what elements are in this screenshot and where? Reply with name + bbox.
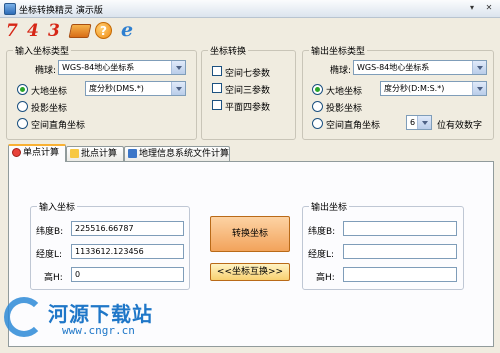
record-icon — [12, 148, 21, 157]
input-lat-label: 纬度B: — [36, 227, 64, 237]
checkbox-three-param[interactable] — [212, 83, 222, 93]
output-radio-projected[interactable] — [312, 101, 323, 112]
tab-gis-file[interactable]: 地理信息系统文件计算 — [124, 146, 230, 161]
chevron-down-icon[interactable] — [417, 116, 431, 129]
chevron-down-icon[interactable] — [472, 82, 486, 95]
input-radio-projected-label: 投影坐标 — [31, 104, 68, 114]
help-icon[interactable]: ? — [95, 22, 112, 39]
title-bar: 坐标转换精灵 演示版 ▾ ✕ — [0, 0, 500, 18]
output-radio-projected-label: 投影坐标 — [326, 104, 363, 114]
input-radio-cartesian-label: 空间直角坐标 — [31, 121, 86, 131]
tab-batch-points-label: 批点计算 — [81, 149, 118, 159]
input-ellipsoid-label: 椭球: — [35, 66, 57, 76]
book-icon[interactable] — [68, 24, 92, 38]
digits-suffix-label: 位有效数字 — [437, 121, 483, 131]
input-lon-field[interactable]: 1133612.123456 — [71, 244, 184, 259]
digits-select[interactable]: 6 — [406, 115, 432, 130]
browser-icon[interactable]: e — [118, 21, 136, 40]
toolbar-button-3[interactable]: 3 — [48, 22, 60, 40]
tab-single-point[interactable]: 单点计算 — [8, 144, 66, 162]
output-radio-cartesian-label: 空间直角坐标 — [326, 121, 381, 131]
watermark-url: www.cngr.cn — [62, 324, 135, 337]
output-height-label: 高H: — [316, 273, 335, 283]
output-lon-label: 经度L: — [308, 250, 335, 260]
digits-value: 6 — [410, 118, 416, 127]
checkbox-four-param-label: 平面四参数 — [225, 103, 271, 113]
watermark-site-name: 河源下载站 — [48, 302, 153, 326]
input-format-select[interactable]: 度分秒(DMS.*) — [85, 81, 186, 96]
output-ellipsoid-value: WGS-84地心坐标系 — [357, 63, 430, 72]
output-lon-field[interactable] — [343, 244, 457, 259]
window-title: 坐标转换精灵 演示版 — [19, 6, 103, 16]
close-icon[interactable]: ✕ — [482, 2, 496, 14]
chevron-down-icon[interactable] — [171, 61, 185, 74]
output-ellipsoid-select[interactable]: WGS-84地心坐标系 — [353, 60, 487, 75]
edit-icon — [70, 149, 79, 158]
input-ellipsoid-value: WGS-84地心坐标系 — [62, 63, 135, 72]
input-ellipsoid-select[interactable]: WGS-84地心坐标系 — [58, 60, 186, 75]
output-radio-cartesian[interactable] — [312, 118, 323, 129]
output-coords-legend: 输出坐标 — [309, 200, 350, 213]
app-icon — [4, 3, 16, 15]
conversion-legend: 坐标转换 — [208, 44, 249, 57]
input-type-legend: 输入坐标类型 — [13, 44, 72, 57]
input-radio-geodetic-label: 大地坐标 — [31, 87, 68, 97]
chevron-down-icon[interactable] — [171, 82, 185, 95]
output-radio-geodetic-label: 大地坐标 — [326, 87, 363, 97]
tab-gis-file-label: 地理信息系统文件计算 — [139, 149, 230, 159]
output-format-value: 度分秒(D:M:S.*) — [384, 84, 445, 93]
output-ellipsoid-label: 椭球: — [330, 66, 352, 76]
tab-batch-points[interactable]: 批点计算 — [66, 146, 124, 161]
tab-single-point-label: 单点计算 — [23, 148, 60, 158]
toolbar-button-7[interactable]: 7 — [6, 22, 18, 40]
minimize-icon[interactable]: ▾ — [465, 2, 479, 14]
input-height-label: 高H: — [44, 273, 63, 283]
input-format-value: 度分秒(DMS.*) — [89, 84, 144, 93]
input-radio-projected[interactable] — [17, 101, 28, 112]
checkbox-seven-param-label: 空间七参数 — [225, 69, 271, 79]
input-coords-legend: 输入坐标 — [37, 200, 78, 213]
toolbar-button-4[interactable]: 4 — [27, 22, 39, 40]
file-icon — [128, 149, 137, 158]
output-radio-geodetic[interactable] — [312, 84, 323, 95]
input-radio-cartesian[interactable] — [17, 118, 28, 129]
input-height-field[interactable]: 0 — [71, 267, 184, 282]
output-format-select[interactable]: 度分秒(D:M:S.*) — [380, 81, 487, 96]
output-lat-label: 纬度B: — [308, 227, 336, 237]
output-lat-field[interactable] — [343, 221, 457, 236]
checkbox-three-param-label: 空间三参数 — [225, 86, 271, 96]
watermark-logo-icon — [4, 297, 44, 337]
checkbox-seven-param[interactable] — [212, 66, 222, 76]
input-lat-field[interactable]: 225516.66787 — [71, 221, 184, 236]
chevron-down-icon[interactable] — [472, 61, 486, 74]
convert-button[interactable]: 转换坐标 — [210, 216, 290, 252]
window-controls: ▾ ✕ — [465, 2, 496, 14]
output-type-legend: 输出坐标类型 — [309, 44, 368, 57]
input-lon-label: 经度L: — [36, 250, 63, 260]
output-height-field[interactable] — [343, 267, 457, 282]
input-radio-geodetic[interactable] — [17, 84, 28, 95]
swap-coordinates-button[interactable]: <<坐标互换>> — [210, 263, 290, 281]
toolbar: 7 4 3 ? e — [0, 18, 500, 44]
checkbox-four-param[interactable] — [212, 100, 222, 110]
